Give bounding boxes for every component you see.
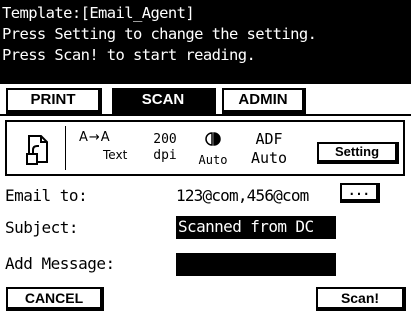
- template-line: Template:[Email_Agent]: [2, 4, 195, 22]
- tab-admin[interactable]: ADMIN: [222, 88, 306, 114]
- ratio-label: Text: [103, 148, 128, 162]
- density-label: Auto: [198, 153, 228, 167]
- message-label: Add Message:: [5, 254, 115, 273]
- source-label: ADF: [255, 130, 283, 148]
- scan-button[interactable]: Scan!: [316, 287, 406, 311]
- message-field[interactable]: [176, 253, 336, 276]
- source-setting: ADF Auto: [239, 130, 299, 168]
- document-icon: [26, 135, 48, 165]
- source-value: Auto: [250, 149, 288, 167]
- density-setting: Auto: [193, 132, 233, 169]
- cancel-button[interactable]: CANCEL: [6, 287, 104, 311]
- tab-print[interactable]: PRINT: [6, 88, 102, 114]
- tab-scan[interactable]: SCAN: [112, 88, 216, 114]
- scan-settings-panel: A→A Text 200 dpi Auto ADF Auto Setting: [5, 120, 405, 176]
- ratio-icon: A→A: [79, 130, 111, 145]
- contrast-icon: [193, 132, 233, 151]
- dpi-value: 200: [153, 132, 177, 147]
- address-book-button[interactable]: ...: [340, 183, 380, 203]
- panel-divider: [65, 126, 66, 170]
- dpi-unit: dpi: [153, 148, 177, 163]
- ratio-setting: A→A Text: [79, 130, 149, 170]
- setting-button[interactable]: Setting: [317, 142, 399, 164]
- subject-field[interactable]: Scanned from DC: [176, 216, 336, 239]
- resolution-setting: 200 dpi: [147, 132, 183, 164]
- email-to-label: Email to:: [5, 186, 88, 205]
- email-to-value[interactable]: 123@com,456@com: [176, 186, 309, 205]
- subject-label: Subject:: [5, 218, 79, 237]
- instruction-line-2: Press Scan! to start reading.: [2, 46, 256, 64]
- instruction-header: Template:[Email_Agent] Press Setting to …: [0, 0, 411, 84]
- instruction-line-1: Press Setting to change the setting.: [2, 25, 317, 43]
- tab-scan-label: SCAN: [141, 91, 185, 108]
- tab-bar: PRINT SCAN ADMIN: [0, 86, 411, 116]
